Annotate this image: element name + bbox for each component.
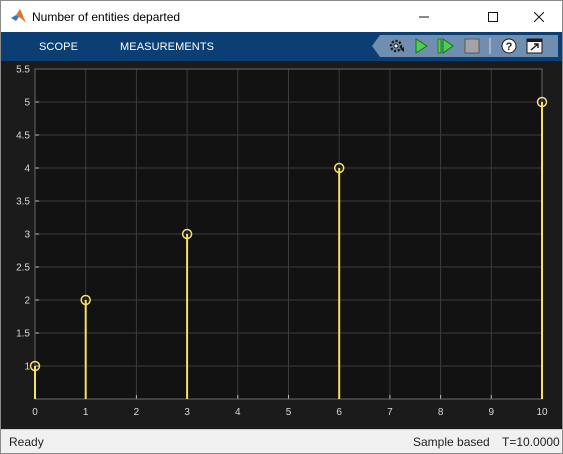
tab-scope[interactable]: SCOPE <box>39 41 78 53</box>
x-tick-label: 8 <box>438 407 444 418</box>
y-tick-label: 4.5 <box>16 131 30 142</box>
y-tick-label: 3.5 <box>16 197 30 208</box>
status-ready: Ready <box>9 435 44 449</box>
minimize-button[interactable] <box>401 1 447 32</box>
x-tick-label: 3 <box>184 407 190 418</box>
x-tick-label: 2 <box>134 407 140 418</box>
y-tick-label: 5.5 <box>16 65 30 76</box>
maximize-icon <box>488 11 498 22</box>
y-tick-label: 1 <box>24 362 30 373</box>
y-tick-label: 2.5 <box>16 263 30 274</box>
stop-icon <box>464 38 480 54</box>
x-tick-label: 5 <box>286 407 292 418</box>
y-tick-label: 5 <box>24 98 30 109</box>
status-time: T=10.0000 <box>502 435 560 449</box>
plot-panel: 0 1 2 3 4 5 6 7 8 9 10 1 1.5 2 2.5 3 3.5 4 4.5 5 5.5 <box>1 61 562 429</box>
matlab-logo-icon <box>11 9 26 23</box>
help-icon: ? <box>501 38 517 54</box>
close-icon <box>534 11 544 22</box>
window-title: Number of entities departed <box>32 10 181 24</box>
run-button[interactable] <box>411 37 431 55</box>
y-tick-label: 2 <box>24 296 30 307</box>
settings-gear-icon <box>389 39 404 53</box>
x-tick-label: 9 <box>489 407 495 418</box>
x-tick-label: 4 <box>235 407 241 418</box>
status-mode: Sample based <box>413 435 490 449</box>
scope-window: Number of entities departed SCOPE MEASUR… <box>0 0 563 454</box>
run-icon <box>415 38 428 54</box>
step-forward-button[interactable] <box>435 37 455 55</box>
y-tick-label: 4 <box>24 164 30 175</box>
stop-button[interactable] <box>462 37 482 55</box>
toolstrip: SCOPE MEASUREMENTS ? <box>1 32 562 61</box>
y-tick-label: 1.5 <box>16 329 30 340</box>
close-button[interactable] <box>516 1 562 32</box>
x-tick-label: 0 <box>32 407 38 418</box>
undock-icon <box>526 38 543 54</box>
x-tick-label: 7 <box>387 407 393 418</box>
svg-text:?: ? <box>506 41 513 53</box>
step-forward-icon <box>437 38 454 54</box>
maximize-button[interactable] <box>470 1 516 32</box>
x-tick-label: 10 <box>536 407 548 418</box>
y-tick-label: 3 <box>24 230 30 241</box>
status-bar: Ready Sample based T=10.0000 <box>1 429 562 453</box>
scope-plot[interactable]: 0 1 2 3 4 5 6 7 8 9 10 1 1.5 2 2.5 3 3.5 4 4.5 5 5.5 <box>1 61 562 429</box>
x-tick-label: 1 <box>83 407 89 418</box>
minimize-icon <box>419 16 429 17</box>
undock-button[interactable] <box>525 37 545 55</box>
quick-access-toolbar: ? <box>372 35 558 57</box>
settings-button[interactable] <box>387 37 407 55</box>
x-tick-label: 6 <box>336 407 342 418</box>
title-bar[interactable]: Number of entities departed <box>1 1 562 32</box>
tab-measurements[interactable]: MEASUREMENTS <box>120 41 214 53</box>
help-button[interactable]: ? <box>499 37 519 55</box>
